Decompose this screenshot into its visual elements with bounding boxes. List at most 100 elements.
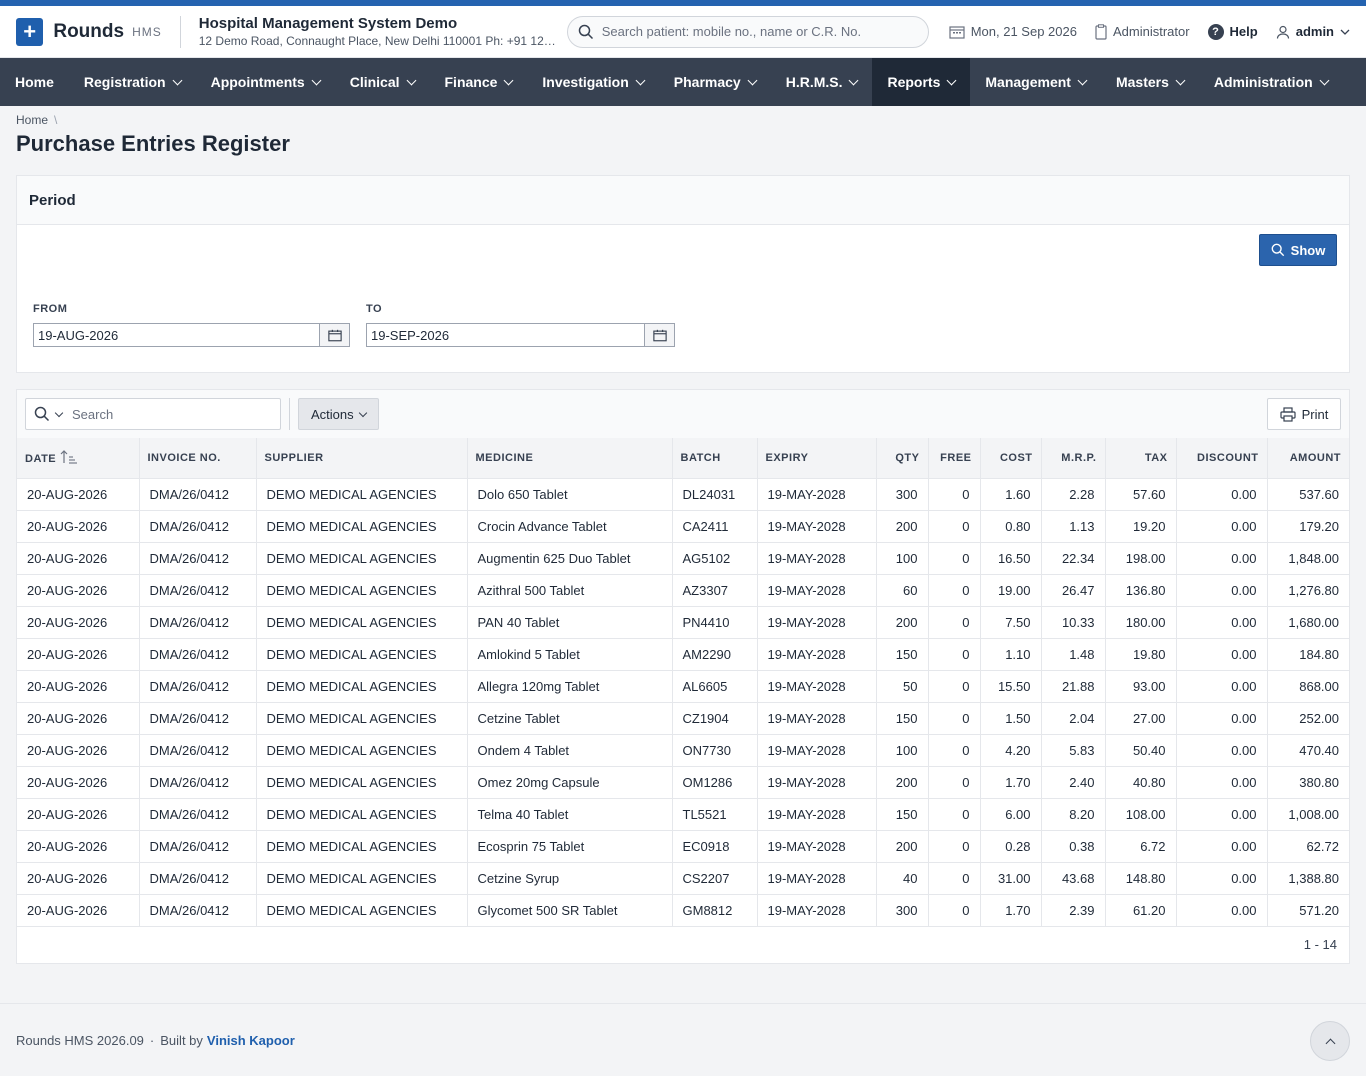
column-header-qty[interactable]: QTY (876, 438, 929, 478)
scroll-top-button[interactable] (1310, 1021, 1350, 1061)
cell-date: 20-AUG-2026 (17, 542, 140, 575)
nav-item-administration[interactable]: Administration (1199, 58, 1343, 106)
chevron-down-icon[interactable] (54, 408, 64, 417)
to-calendar-button[interactable] (644, 323, 675, 347)
cell-amount: 1,388.80 (1267, 862, 1349, 895)
pagination: 1 - 14 (17, 927, 1349, 963)
cell-supplier: DEMO MEDICAL AGENCIES (256, 798, 468, 831)
cell-free: 0 (928, 574, 981, 607)
column-header-label: QTY (895, 451, 920, 464)
cell-qty: 200 (876, 766, 929, 799)
column-header-batch[interactable]: BATCH (672, 438, 758, 478)
cell-qty: 60 (876, 574, 929, 607)
table-row[interactable]: 20-AUG-2026 DMA/26/0412 DEMO MEDICAL AGENC… (17, 798, 1349, 831)
search-icon (1271, 243, 1284, 257)
table-row[interactable]: 20-AUG-2026 DMA/26/0412 DEMO MEDICAL AGENC… (17, 894, 1349, 927)
table-row[interactable]: 20-AUG-2026 DMA/26/0412 DEMO MEDICAL AGENC… (17, 766, 1349, 799)
from-calendar-button[interactable] (319, 323, 350, 347)
plus-icon[interactable]: + (16, 17, 44, 46)
cell-discount: 0.00 (1176, 477, 1268, 511)
actions-button[interactable]: Actions (298, 398, 379, 430)
cell-supplier: DEMO MEDICAL AGENCIES (256, 734, 468, 767)
cell-tax: 40.80 (1105, 766, 1177, 799)
cell-date: 20-AUG-2026 (17, 606, 140, 639)
table-row[interactable]: 20-AUG-2026 DMA/26/0412 DEMO MEDICAL AGENC… (17, 477, 1349, 511)
cell-invoice-no: DMA/26/0412 (139, 574, 257, 607)
column-header-label: EXPIRY (765, 451, 809, 464)
table-row[interactable]: 20-AUG-2026 DMA/26/0412 DEMO MEDICAL AGENC… (17, 862, 1349, 895)
table-row[interactable]: 20-AUG-2026 DMA/26/0412 DEMO MEDICAL AGENC… (17, 574, 1349, 607)
nav-item-appointments[interactable]: Appointments (196, 58, 335, 106)
app-header: + Rounds HMS Hospital Management System … (0, 6, 1366, 58)
column-header-cost[interactable]: COST (980, 438, 1042, 478)
column-header-m-r-p[interactable]: M.R.P. (1041, 438, 1106, 478)
show-button[interactable]: Show (1259, 234, 1337, 266)
nav-item-reports[interactable]: Reports (872, 58, 971, 106)
cell-invoice-no: DMA/26/0412 (139, 606, 257, 639)
cell-expiry: 19-MAY-2028 (757, 606, 877, 639)
to-label: TO (366, 303, 383, 315)
table-row[interactable]: 20-AUG-2026 DMA/26/0412 DEMO MEDICAL AGENC… (17, 638, 1349, 671)
nav-item-finance[interactable]: Finance (430, 58, 528, 106)
table-row[interactable]: 20-AUG-2026 DMA/26/0412 DEMO MEDICAL AGENC… (17, 606, 1349, 639)
patient-search-input[interactable]: Search patient: mobile no., name or C.R.… (566, 15, 929, 48)
nav-item-masters[interactable]: Masters (1101, 58, 1199, 106)
nav-item-home[interactable]: Home (0, 58, 69, 106)
column-header-medicine[interactable]: MEDICINE (467, 438, 673, 478)
nav-item-h-r-m-s[interactable]: H.R.M.S. (771, 58, 873, 106)
cell-date: 20-AUG-2026 (17, 510, 140, 543)
cell-discount: 0.00 (1176, 702, 1268, 735)
breadcrumb-home[interactable]: Home (16, 113, 48, 127)
nav-item-investigation[interactable]: Investigation (527, 58, 658, 106)
cell-date: 20-AUG-2026 (17, 670, 140, 703)
cell-invoice-no: DMA/26/0412 (139, 477, 257, 511)
nav-item-clinical[interactable]: Clinical (335, 58, 430, 106)
column-header-date[interactable]: DATE (17, 438, 140, 478)
print-button[interactable]: Print (1267, 398, 1341, 430)
table-row[interactable]: 20-AUG-2026 DMA/26/0412 DEMO MEDICAL AGENC… (17, 542, 1349, 575)
nav-item-registration[interactable]: Registration (69, 58, 196, 106)
cell-tax: 136.80 (1105, 574, 1177, 607)
table-row[interactable]: 20-AUG-2026 DMA/26/0412 DEMO MEDICAL AGENC… (17, 734, 1349, 767)
column-header-discount[interactable]: DISCOUNT (1176, 438, 1268, 478)
cell-medicine: PAN 40 Tablet (467, 606, 673, 639)
column-header-expiry[interactable]: EXPIRY (757, 438, 877, 478)
nav-item-label: Pharmacy (673, 74, 741, 90)
cell-discount: 0.00 (1176, 638, 1268, 671)
column-header-invoice-no[interactable]: INVOICE NO. (139, 438, 257, 478)
column-header-tax[interactable]: TAX (1105, 438, 1177, 478)
main-content: Home \ Purchase Entries Register Period S… (0, 113, 1366, 964)
table-search-input[interactable]: Search (25, 398, 281, 430)
cell-tax: 19.80 (1105, 638, 1177, 671)
nav-item-label: Appointments (210, 74, 305, 90)
footer: Rounds HMS 2026.09 · Built by Vinish Kap… (0, 1003, 1366, 1076)
column-header-supplier[interactable]: SUPPLIER (256, 438, 468, 478)
user-menu[interactable]: admin (1276, 24, 1350, 39)
table-row[interactable]: 20-AUG-2026 DMA/26/0412 DEMO MEDICAL AGENC… (17, 510, 1349, 543)
nav-item-management[interactable]: Management (970, 58, 1101, 106)
brand-name[interactable]: Rounds (53, 21, 124, 43)
cell-batch: CS2207 (672, 862, 758, 895)
table-row[interactable]: 20-AUG-2026 DMA/26/0412 DEMO MEDICAL AGENC… (17, 830, 1349, 863)
sort-asc-icon[interactable] (60, 450, 78, 464)
header-role[interactable]: Administrator (1095, 23, 1190, 40)
cell-supplier: DEMO MEDICAL AGENCIES (256, 670, 468, 703)
to-date-input[interactable] (366, 323, 644, 347)
cell-expiry: 19-MAY-2028 (757, 477, 877, 511)
cell-m-r-p: 1.13 (1041, 510, 1106, 543)
nav-item-pharmacy[interactable]: Pharmacy (659, 58, 771, 106)
cell-m-r-p: 43.68 (1041, 862, 1106, 895)
cell-amount: 571.20 (1267, 894, 1349, 927)
help-link[interactable]: ? Help (1207, 23, 1258, 40)
column-header-amount[interactable]: AMOUNT (1267, 438, 1349, 478)
column-header-free[interactable]: FREE (928, 438, 981, 478)
nav-item-label: Finance (444, 74, 498, 90)
table-row[interactable]: 20-AUG-2026 DMA/26/0412 DEMO MEDICAL AGENC… (17, 702, 1349, 735)
cell-amount: 1,276.80 (1267, 574, 1349, 607)
table-row[interactable]: 20-AUG-2026 DMA/26/0412 DEMO MEDICAL AGENC… (17, 670, 1349, 703)
cell-invoice-no: DMA/26/0412 (139, 862, 257, 895)
cell-medicine: Amlokind 5 Tablet (467, 638, 673, 671)
from-date-input[interactable] (33, 323, 319, 347)
cell-qty: 300 (876, 477, 929, 511)
footer-author-link[interactable]: Vinish Kapoor (207, 1033, 295, 1048)
